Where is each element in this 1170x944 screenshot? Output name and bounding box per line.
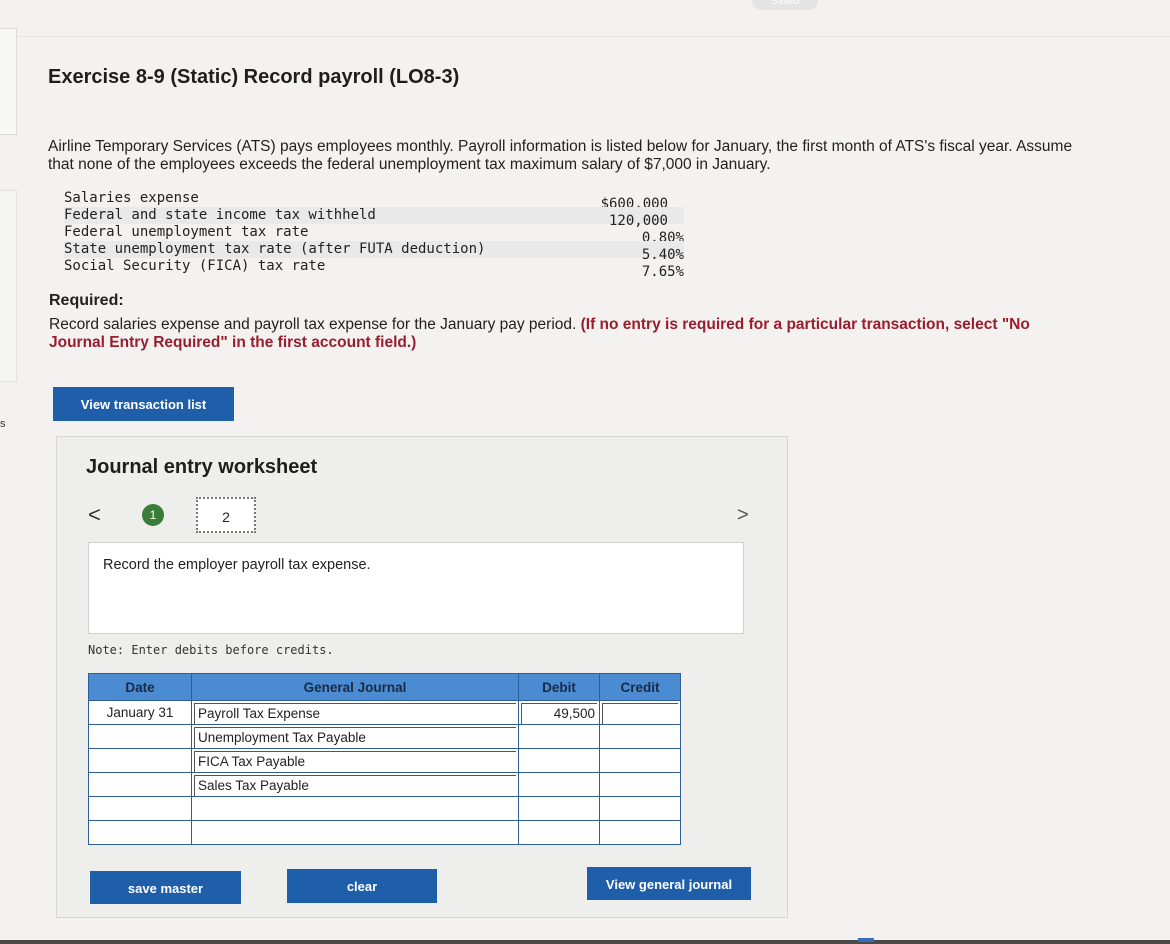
credit-cell[interactable] — [599, 796, 681, 821]
date-cell[interactable] — [88, 796, 192, 821]
account-field[interactable]: FICA Tax Payable — [194, 750, 516, 772]
account-field[interactable]: Payroll Tax Expense — [194, 702, 516, 724]
account-cell[interactable] — [191, 820, 519, 845]
instruction-text: Record the employer payroll tax expense. — [103, 557, 371, 573]
table-row: Sales Tax Payable — [88, 772, 681, 797]
step-2-tab[interactable]: 2 — [196, 497, 256, 533]
date-cell[interactable] — [88, 820, 192, 845]
info-row: Federal unemployment tax rate 0.80% — [64, 224, 684, 246]
next-arrow-icon[interactable]: > — [737, 504, 749, 527]
date-cell[interactable] — [88, 724, 192, 749]
header-credit: Credit — [599, 673, 681, 701]
debit-cell[interactable] — [518, 748, 600, 773]
left-edge-tab[interactable] — [0, 28, 17, 135]
credit-cell[interactable] — [599, 724, 681, 749]
credit-cell[interactable] — [599, 772, 681, 797]
view-transaction-list-button[interactable]: View transaction list — [53, 387, 234, 421]
save-master-button[interactable]: save master — [90, 871, 241, 904]
prev-arrow-icon[interactable]: < — [88, 502, 101, 528]
journal-table: Date General Journal Debit Credit Januar… — [88, 673, 681, 845]
edge-letter: s — [0, 418, 6, 430]
info-label: Social Security (FICA) tax rate — [64, 258, 326, 274]
table-row — [88, 820, 681, 845]
info-row: Federal and state income tax withheld 12… — [64, 207, 684, 229]
payroll-info-table: Salaries expense $600,000 Federal and st… — [64, 190, 684, 280]
info-label: Salaries expense — [64, 190, 199, 206]
table-row: FICA Tax Payable — [88, 748, 681, 773]
page-title: Exercise 8-9 (Static) Record payroll (LO… — [48, 66, 460, 88]
account-field[interactable]: Sales Tax Payable — [194, 774, 516, 796]
info-label: Federal unemployment tax rate — [64, 224, 309, 240]
credit-cell[interactable] — [599, 820, 681, 845]
date-cell[interactable] — [88, 748, 192, 773]
info-label: State unemployment tax rate (after FUTA … — [64, 241, 486, 257]
account-field[interactable]: Unemployment Tax Payable — [194, 726, 516, 748]
account-cell[interactable]: Unemployment Tax Payable — [191, 724, 519, 749]
account-cell[interactable]: Payroll Tax Expense — [191, 700, 519, 725]
credit-field[interactable] — [602, 702, 678, 724]
table-row: Unemployment Tax Payable — [88, 724, 681, 749]
info-row: Social Security (FICA) tax rate 7.65% — [64, 258, 684, 280]
instruction-box — [88, 542, 744, 634]
info-row: Salaries expense $600,000 — [64, 190, 684, 212]
top-divider — [0, 36, 1170, 37]
table-row: January 31 Payroll Tax Expense 49,500 — [88, 700, 681, 725]
table-row — [88, 796, 681, 821]
required-heading: Required: — [49, 292, 124, 309]
credit-cell[interactable] — [599, 748, 681, 773]
clear-button[interactable]: clear — [287, 869, 437, 903]
date-cell[interactable] — [88, 772, 192, 797]
debit-cell[interactable] — [518, 796, 600, 821]
account-cell[interactable]: FICA Tax Payable — [191, 748, 519, 773]
info-row: State unemployment tax rate (after FUTA … — [64, 241, 684, 263]
required-instruction: Record salaries expense and payroll tax … — [49, 316, 581, 333]
account-cell[interactable] — [191, 796, 519, 821]
debit-cell[interactable] — [518, 772, 600, 797]
left-edge-panel — [0, 190, 17, 382]
credit-cell[interactable] — [599, 700, 681, 725]
debit-cell[interactable] — [518, 724, 600, 749]
bottom-bar — [0, 940, 1170, 944]
debit-field[interactable]: 49,500 — [521, 702, 597, 724]
required-text: Record salaries expense and payroll tax … — [49, 316, 1059, 352]
date-cell[interactable]: January 31 — [88, 700, 192, 725]
problem-intro: Airline Temporary Services (ATS) pays em… — [48, 138, 1073, 173]
header-general-journal: General Journal — [191, 673, 519, 701]
account-cell[interactable]: Sales Tax Payable — [191, 772, 519, 797]
worksheet-title: Journal entry worksheet — [86, 456, 318, 478]
view-general-journal-button[interactable]: View general journal — [587, 867, 751, 900]
debit-cell[interactable] — [518, 820, 600, 845]
entry-note: Note: Enter debits before credits. — [88, 643, 334, 657]
step-1-tab[interactable]: 1 — [142, 504, 164, 526]
saved-badge: Saved — [752, 0, 818, 10]
bottom-indicator — [858, 938, 874, 942]
debit-cell[interactable]: 49,500 — [518, 700, 600, 725]
info-value: 7.65% — [641, 264, 684, 280]
header-debit: Debit — [518, 673, 600, 701]
header-date: Date — [88, 673, 192, 701]
info-label: Federal and state income tax withheld — [64, 207, 376, 223]
journal-header-row: Date General Journal Debit Credit — [88, 673, 681, 701]
